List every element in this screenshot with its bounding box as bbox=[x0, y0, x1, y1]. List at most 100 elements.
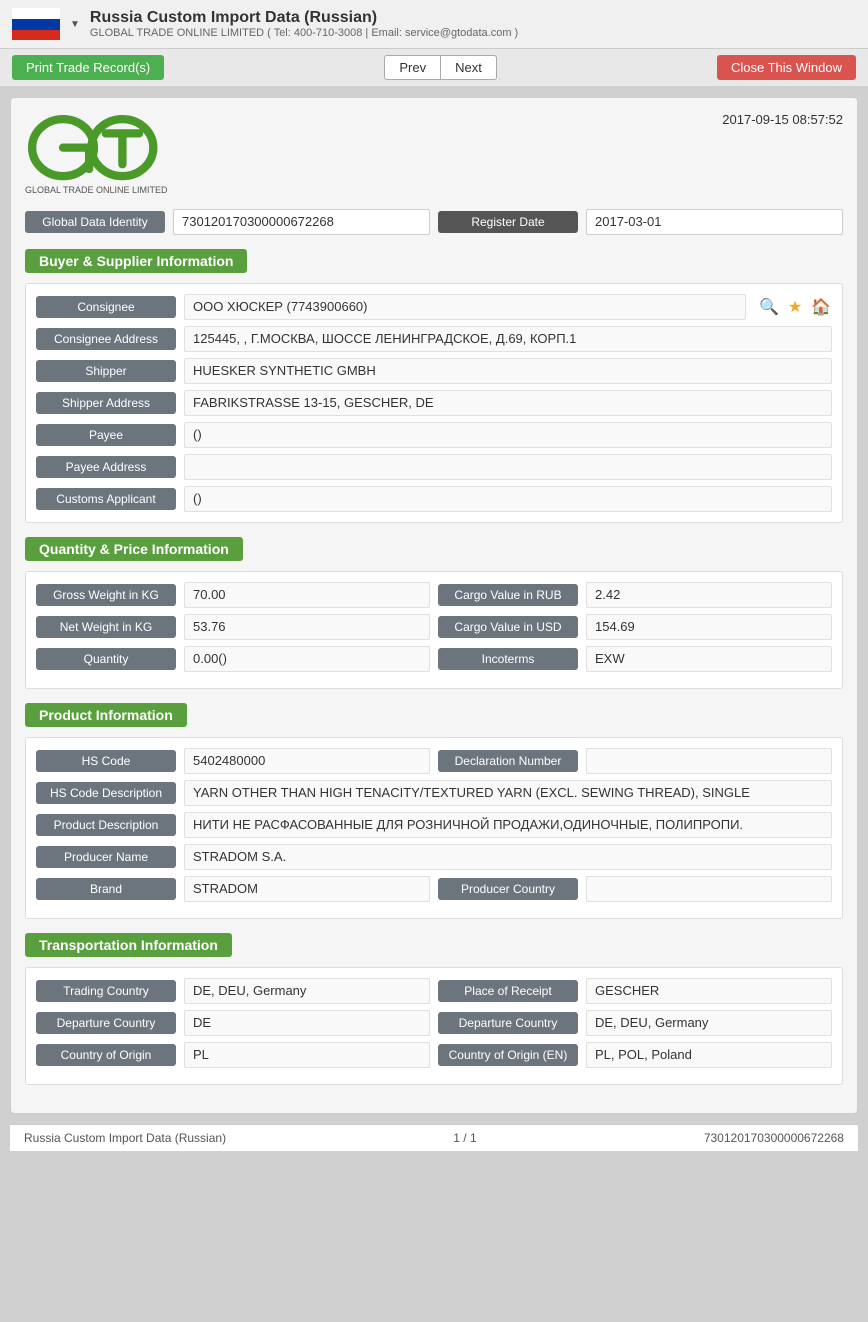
app-subtitle: GLOBAL TRADE ONLINE LIMITED ( Tel: 400-7… bbox=[90, 27, 856, 39]
buyer-supplier-section: Buyer & Supplier Information Consignee О… bbox=[25, 249, 843, 523]
transportation-title: Transportation Information bbox=[25, 933, 232, 957]
departure-country2-label: Departure Country bbox=[438, 1012, 578, 1034]
flag-icon bbox=[12, 8, 60, 40]
cargo-usd-value: 154.69 bbox=[586, 614, 832, 640]
home-icon[interactable]: 🏠 bbox=[810, 296, 832, 318]
dropdown-arrow[interactable]: ▼ bbox=[70, 19, 80, 30]
trading-country-value: DE, DEU, Germany bbox=[184, 978, 430, 1004]
hs-code-desc-value: YARN OTHER THAN HIGH TENACITY/TEXTURED Y… bbox=[184, 780, 832, 806]
product-section: Product Information HS Code 5402480000 D… bbox=[25, 703, 843, 919]
toolbar: Print Trade Record(s) Prev Next Close Th… bbox=[0, 49, 868, 87]
quantity-half: Quantity 0.00() bbox=[36, 646, 430, 672]
consignee-address-label: Consignee Address bbox=[36, 328, 176, 350]
product-body: HS Code 5402480000 Declaration Number HS… bbox=[25, 737, 843, 919]
cargo-rub-half: Cargo Value in RUB 2.42 bbox=[438, 582, 832, 608]
logo-svg bbox=[25, 112, 168, 183]
footer-left: Russia Custom Import Data (Russian) bbox=[24, 1131, 226, 1145]
country-origin-en-half: Country of Origin (EN) PL, POL, Poland bbox=[438, 1042, 832, 1068]
producer-name-label: Producer Name bbox=[36, 846, 176, 868]
quantity-price-title: Quantity & Price Information bbox=[25, 537, 243, 561]
shipper-address-value: FABRIKSTRASSE 13-15, GESCHER, DE bbox=[184, 390, 832, 416]
trading-country-half: Trading Country DE, DEU, Germany bbox=[36, 978, 430, 1004]
buyer-supplier-body: Consignee ООО ХЮСКЕР (7743900660) 🔍 ★ 🏠 … bbox=[25, 283, 843, 523]
product-desc-value: НИТИ НЕ РАСФАСОВАННЫЕ ДЛЯ РОЗНИЧНОЙ ПРОД… bbox=[184, 812, 832, 838]
declaration-number-value bbox=[586, 748, 832, 774]
incoterms-half: Incoterms EXW bbox=[438, 646, 832, 672]
consignee-address-value: 125445, , Г.МОСКВА, ШОССЕ ЛЕНИНГРАДСКОЕ,… bbox=[184, 326, 832, 352]
departure-country2-half: Departure Country DE, DEU, Germany bbox=[438, 1010, 832, 1036]
cargo-rub-value: 2.42 bbox=[586, 582, 832, 608]
footer-bar: Russia Custom Import Data (Russian) 1 / … bbox=[10, 1124, 858, 1151]
departure-country2-value: DE, DEU, Germany bbox=[586, 1010, 832, 1036]
cargo-rub-label: Cargo Value in RUB bbox=[438, 584, 578, 606]
customs-applicant-value: () bbox=[184, 486, 832, 512]
record-timestamp: 2017-09-15 08:57:52 bbox=[722, 112, 843, 127]
top-bar: ▼ Russia Custom Import Data (Russian) GL… bbox=[0, 0, 868, 49]
cargo-usd-half: Cargo Value in USD 154.69 bbox=[438, 614, 832, 640]
gross-weight-label: Gross Weight in KG bbox=[36, 584, 176, 606]
hs-code-desc-label: HS Code Description bbox=[36, 782, 176, 804]
identity-bar: Global Data Identity 7301201703000006722… bbox=[25, 209, 843, 235]
product-title: Product Information bbox=[25, 703, 187, 727]
title-area: Russia Custom Import Data (Russian) GLOB… bbox=[90, 9, 856, 39]
brand-label: Brand bbox=[36, 878, 176, 900]
footer-center: 1 / 1 bbox=[453, 1131, 476, 1145]
net-weight-half: Net Weight in KG 53.76 bbox=[36, 614, 430, 640]
buyer-supplier-title: Buyer & Supplier Information bbox=[25, 249, 247, 273]
producer-name-row: Producer Name STRADOM S.A. bbox=[36, 844, 832, 870]
declaration-number-label: Declaration Number bbox=[438, 750, 578, 772]
main-content: GLOBAL TRADE ONLINE LIMITED 2017-09-15 0… bbox=[10, 97, 858, 1114]
shipper-label: Shipper bbox=[36, 360, 176, 382]
cargo-usd-label: Cargo Value in USD bbox=[438, 616, 578, 638]
next-button[interactable]: Next bbox=[440, 55, 497, 80]
net-weight-value: 53.76 bbox=[184, 614, 430, 640]
incoterms-label: Incoterms bbox=[438, 648, 578, 670]
close-button[interactable]: Close This Window bbox=[717, 55, 856, 80]
transportation-body: Trading Country DE, DEU, Germany Place o… bbox=[25, 967, 843, 1085]
product-desc-row: Product Description НИТИ НЕ РАСФАСОВАННЫ… bbox=[36, 812, 832, 838]
place-of-receipt-value: GESCHER bbox=[586, 978, 832, 1004]
trading-country-label: Trading Country bbox=[36, 980, 176, 1002]
net-weight-label: Net Weight in KG bbox=[36, 616, 176, 638]
logo-area: GLOBAL TRADE ONLINE LIMITED bbox=[25, 112, 168, 195]
quantity-row: Quantity 0.00() Incoterms EXW bbox=[36, 646, 832, 672]
customs-applicant-label: Customs Applicant bbox=[36, 488, 176, 510]
producer-country-half: Producer Country bbox=[438, 876, 832, 902]
brand-value: STRADOM bbox=[184, 876, 430, 902]
payee-row: Payee () bbox=[36, 422, 832, 448]
prev-button[interactable]: Prev bbox=[384, 55, 440, 80]
hs-code-value: 5402480000 bbox=[184, 748, 430, 774]
register-date-value: 2017-03-01 bbox=[586, 209, 843, 235]
gross-weight-value: 70.00 bbox=[184, 582, 430, 608]
register-date-label: Register Date bbox=[438, 211, 578, 233]
place-of-receipt-half: Place of Receipt GESCHER bbox=[438, 978, 832, 1004]
departure-country-label: Departure Country bbox=[36, 1012, 176, 1034]
shipper-address-row: Shipper Address FABRIKSTRASSE 13-15, GES… bbox=[36, 390, 832, 416]
global-data-identity-value: 730120170300000672268 bbox=[173, 209, 430, 235]
hs-code-half: HS Code 5402480000 bbox=[36, 748, 430, 774]
search-icon[interactable]: 🔍 bbox=[758, 296, 780, 318]
global-data-identity-label: Global Data Identity bbox=[25, 211, 165, 233]
country-of-origin-label: Country of Origin bbox=[36, 1044, 176, 1066]
producer-name-value: STRADOM S.A. bbox=[184, 844, 832, 870]
record-header: GLOBAL TRADE ONLINE LIMITED 2017-09-15 0… bbox=[25, 112, 843, 195]
country-origin-half: Country of Origin PL bbox=[36, 1042, 430, 1068]
hs-code-row: HS Code 5402480000 Declaration Number bbox=[36, 748, 832, 774]
shipper-address-label: Shipper Address bbox=[36, 392, 176, 414]
transportation-section: Transportation Information Trading Count… bbox=[25, 933, 843, 1085]
departure-row: Departure Country DE Departure Country D… bbox=[36, 1010, 832, 1036]
quantity-label: Quantity bbox=[36, 648, 176, 670]
place-of-receipt-label: Place of Receipt bbox=[438, 980, 578, 1002]
quantity-price-body: Gross Weight in KG 70.00 Cargo Value in … bbox=[25, 571, 843, 689]
consignee-icons: 🔍 ★ 🏠 bbox=[758, 296, 832, 318]
star-icon[interactable]: ★ bbox=[784, 296, 806, 318]
declaration-half: Declaration Number bbox=[438, 748, 832, 774]
payee-value: () bbox=[184, 422, 832, 448]
app-title: Russia Custom Import Data (Russian) bbox=[90, 9, 856, 27]
payee-address-label: Payee Address bbox=[36, 456, 176, 478]
logo-company-name: GLOBAL TRADE ONLINE LIMITED bbox=[25, 185, 168, 195]
consignee-label: Consignee bbox=[36, 296, 176, 318]
incoterms-value: EXW bbox=[586, 646, 832, 672]
print-button[interactable]: Print Trade Record(s) bbox=[12, 55, 164, 80]
shipper-value: HUESKER SYNTHETIC GMBH bbox=[184, 358, 832, 384]
